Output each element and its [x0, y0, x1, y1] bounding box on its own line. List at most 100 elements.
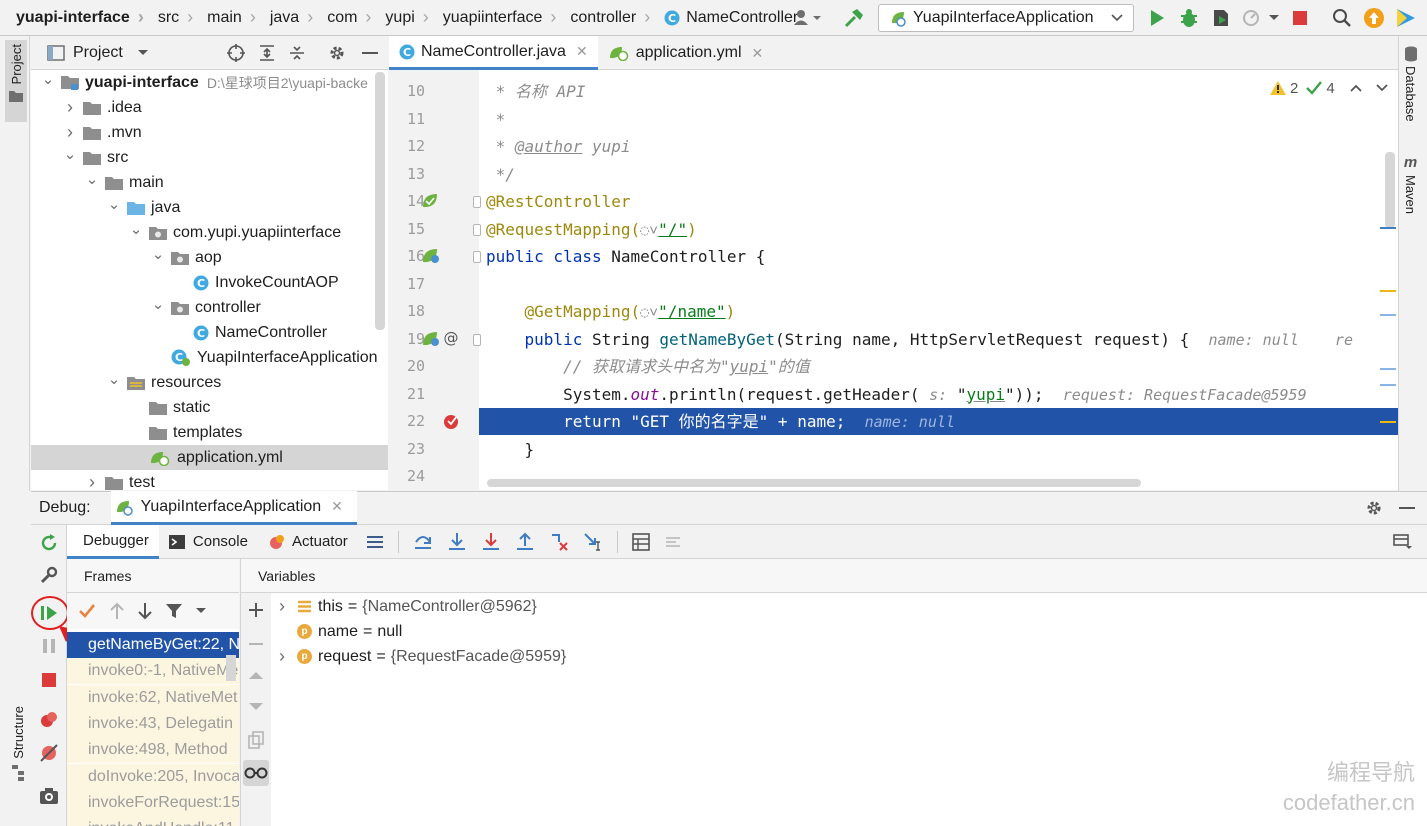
tree-item[interactable]: ⌄ controller [31, 295, 388, 320]
frame-item[interactable]: invoke0:-1, NativeMe [67, 658, 239, 685]
close-icon[interactable]: ✕ [576, 43, 588, 60]
editor-vertical-scrollbar[interactable] [1385, 152, 1395, 228]
variable-item[interactable]: p name = null [279, 619, 402, 644]
project-panel-title[interactable]: Project [73, 44, 123, 62]
step-into-icon[interactable] [447, 532, 467, 552]
breadcrumb-item[interactable]: yupi › [375, 0, 432, 36]
breadcrumb-item[interactable]: com › [317, 0, 375, 36]
view-breakpoints-icon[interactable] [39, 710, 59, 730]
chevron-down-icon[interactable]: ⌄ [129, 220, 143, 238]
tree-item[interactable]: › test [31, 470, 388, 490]
chevron-right-icon[interactable]: › [279, 646, 297, 667]
inspection-widget[interactable]: 2 4 [1270, 78, 1389, 98]
frames-scrollbar[interactable] [226, 655, 236, 681]
build-hammer-icon[interactable] [842, 6, 866, 30]
locate-file-icon[interactable] [226, 43, 246, 63]
chevron-down-icon[interactable]: ⌄ [151, 245, 165, 263]
chevron-right-icon[interactable]: › [63, 122, 77, 143]
annotation-at-icon[interactable]: @ [443, 330, 459, 346]
maven-tool-tab[interactable]: m Maven [1403, 154, 1418, 214]
hide-panel-icon[interactable] [1399, 506, 1415, 510]
updates-icon[interactable] [1362, 6, 1386, 30]
breadcrumb-item[interactable]: yuapi-interface › [0, 0, 148, 36]
tree-item[interactable]: ⌄ yuapi-interface D:\星球项目2\yuapi-backe [31, 70, 388, 95]
editor-tab[interactable]: application.yml ✕ [598, 36, 774, 70]
spring-bean-icon[interactable] [421, 192, 441, 210]
chevron-right-icon[interactable]: › [85, 472, 99, 490]
tree-item[interactable]: › .mvn [31, 120, 388, 145]
tab-console[interactable]: Console [159, 525, 258, 559]
profiler-icon[interactable] [1240, 6, 1262, 30]
expand-all-icon[interactable] [258, 44, 276, 62]
hide-panel-icon[interactable] [362, 51, 378, 55]
evaluate-expression-icon[interactable] [632, 532, 650, 551]
frame-item[interactable]: invokeAndHandle:11 [67, 816, 239, 826]
close-icon[interactable]: ✕ [331, 498, 343, 515]
run-icon[interactable] [1146, 6, 1168, 30]
tree-item[interactable]: ⌄ java [31, 195, 388, 220]
code-editor[interactable]: * 名称 API * * @author yupi */ @RestControl… [479, 70, 1398, 490]
drop-frame-icon[interactable] [549, 532, 569, 552]
menu-icon[interactable] [366, 535, 384, 549]
frame-item[interactable]: invoke:62, NativeMet [67, 684, 239, 711]
variable-item[interactable]: › this = {NameController@5962} [279, 594, 537, 619]
spring-bean-icon[interactable] [421, 247, 441, 265]
tree-item[interactable]: C InvokeCountAOP [31, 270, 388, 295]
copy-icon[interactable] [247, 731, 265, 749]
frame-item[interactable]: getNameByGet:22, N [67, 632, 239, 658]
tree-item[interactable]: ⌄ src [31, 145, 388, 170]
tree-item[interactable]: ⌄ main [31, 170, 388, 195]
editor-tab[interactable]: C NameController.java ✕ [389, 36, 598, 70]
wrench-icon[interactable] [39, 565, 59, 585]
arrow-up-icon[interactable] [109, 602, 125, 620]
chevron-right-icon[interactable]: › [63, 97, 77, 118]
user-account-icon[interactable] [790, 6, 824, 30]
close-icon[interactable]: ✕ [752, 45, 764, 62]
force-step-into-icon[interactable] [481, 532, 501, 552]
frame-item[interactable]: invokeForRequest:15 [67, 789, 239, 816]
step-over-icon[interactable] [413, 532, 433, 552]
breadcrumb-item[interactable]: controller › [560, 0, 654, 36]
chevron-down-icon[interactable]: ⌄ [85, 170, 99, 188]
frame-item[interactable]: invoke:43, Delegatin [67, 710, 239, 737]
breadcrumb-item[interactable]: java › [260, 0, 317, 36]
frame-item[interactable]: doInvoke:205, Invoca [67, 763, 239, 790]
tree-item[interactable]: templates [31, 420, 388, 445]
tab-debugger[interactable]: Debugger [67, 524, 159, 559]
breadcrumb-item[interactable]: main › [197, 0, 260, 36]
tree-item[interactable]: static [31, 395, 388, 420]
tree-item[interactable]: ⌄ resources [31, 370, 388, 395]
tree-item[interactable]: ⌄ aop [31, 245, 388, 270]
debug-bug-icon[interactable] [1178, 6, 1200, 30]
breadcrumb-item[interactable]: yuapiinterface › [433, 0, 561, 36]
stop-icon[interactable] [1290, 6, 1310, 30]
move-up-icon[interactable] [247, 669, 265, 681]
trace-icon[interactable] [664, 533, 682, 551]
check-icon[interactable] [79, 603, 97, 619]
project-tool-tab[interactable]: Project [5, 40, 27, 122]
spring-mapping-icon[interactable] [421, 330, 441, 348]
more-run-options-chevron-icon[interactable] [1266, 6, 1282, 30]
gear-icon[interactable] [1365, 499, 1383, 517]
run-to-cursor-icon[interactable] [583, 532, 603, 552]
tree-item[interactable]: C YuapiInterfaceApplication [31, 345, 388, 370]
add-watch-icon[interactable] [247, 601, 265, 619]
arrow-down-icon[interactable] [137, 602, 153, 620]
structure-tool-tab[interactable]: Structure [8, 706, 28, 816]
chevron-down-icon[interactable]: ⌄ [63, 145, 77, 163]
layout-settings-icon[interactable] [1393, 533, 1413, 551]
breakpoint-icon[interactable] [443, 412, 461, 430]
run-with-coverage-icon[interactable] [1210, 6, 1232, 30]
step-out-icon[interactable] [515, 532, 535, 552]
tree-item[interactable]: C NameController [31, 320, 388, 345]
collapse-all-icon[interactable] [288, 44, 306, 62]
database-tool-tab[interactable]: Database [1403, 46, 1418, 122]
breadcrumb-item[interactable]: src › [148, 0, 197, 36]
filter-icon[interactable] [165, 602, 183, 620]
tab-actuator[interactable]: Actuator [258, 525, 358, 559]
chevron-down-icon[interactable] [195, 607, 207, 615]
remove-watch-icon[interactable] [247, 635, 265, 653]
search-icon[interactable] [1330, 6, 1354, 30]
variable-item[interactable]: › p request = {RequestFacade@5959} [279, 644, 566, 669]
debug-session-tab[interactable]: YuapiInterfaceApplication ✕ [110, 491, 357, 525]
